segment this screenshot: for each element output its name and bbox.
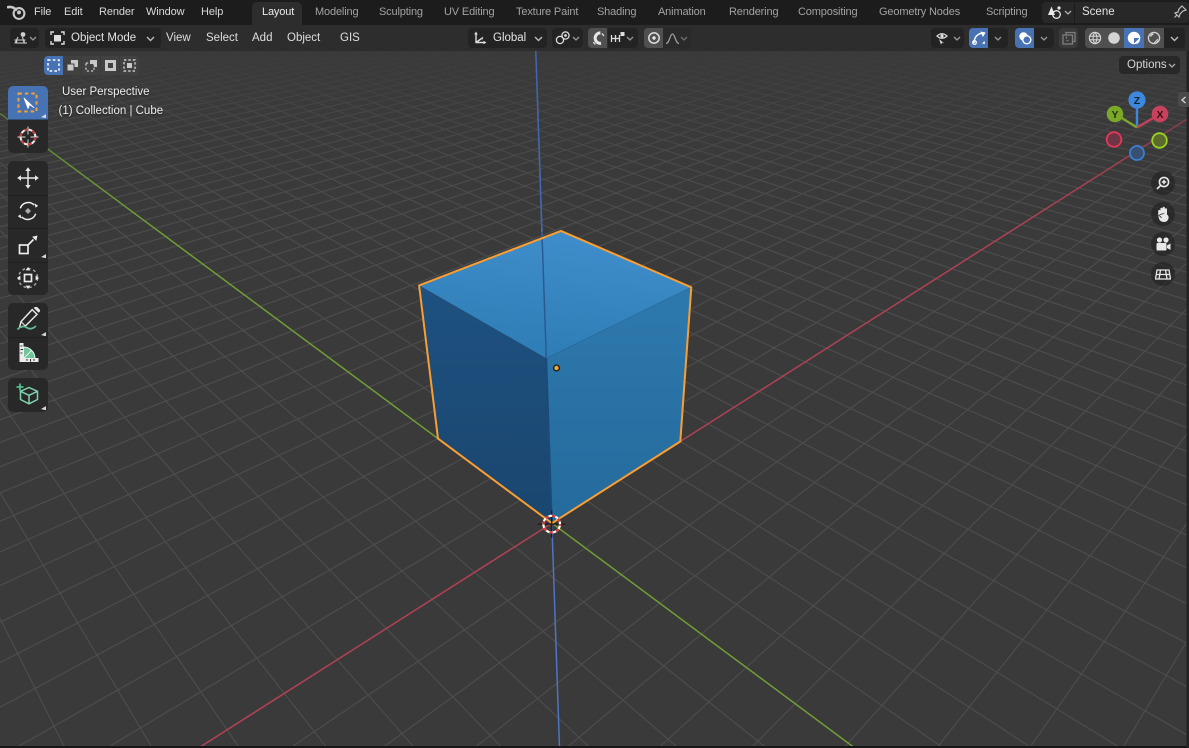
svg-text:X: X: [1156, 109, 1163, 121]
svg-text:Y: Y: [1111, 109, 1118, 121]
svg-text:Z: Z: [1134, 95, 1141, 107]
